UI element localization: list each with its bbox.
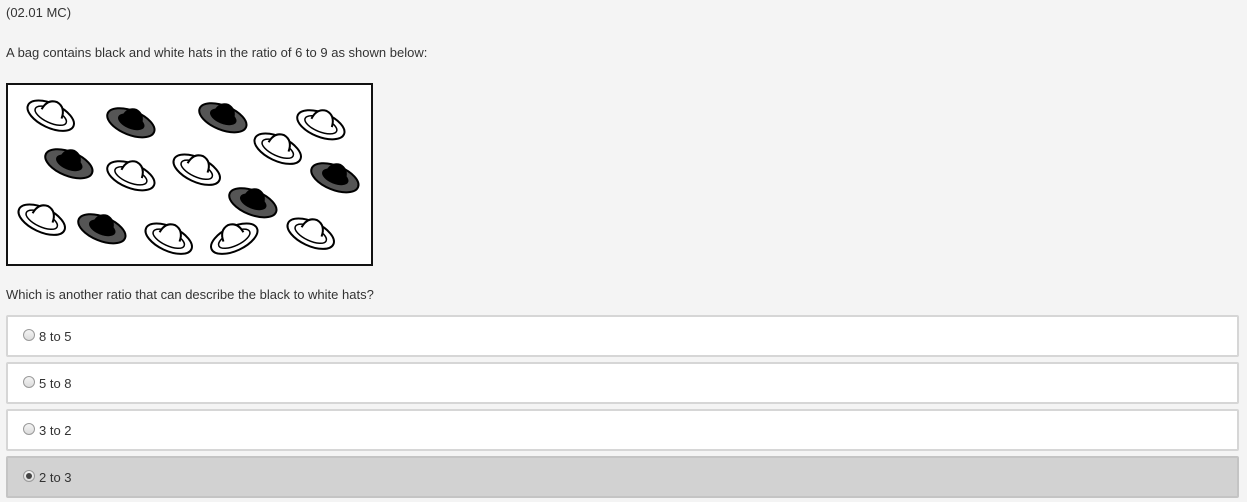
black-hat xyxy=(194,93,253,140)
answer-choice-label: 8 to 5 xyxy=(39,329,72,344)
white-hat xyxy=(249,123,308,172)
white-hat xyxy=(204,213,263,262)
radio-button[interactable] xyxy=(23,329,35,341)
black-hat xyxy=(73,204,132,251)
white-hat xyxy=(22,90,81,139)
black-hat xyxy=(102,98,161,145)
black-hat xyxy=(40,139,99,186)
answer-choice-label: 3 to 2 xyxy=(39,423,72,438)
radio-button[interactable] xyxy=(23,423,35,435)
white-hat xyxy=(102,151,161,198)
hats-illustration xyxy=(13,90,365,262)
question-code: (02.01 MC) xyxy=(6,5,72,20)
black-hat xyxy=(306,153,365,200)
answer-choice[interactable]: 8 to 5 xyxy=(6,315,1239,357)
black-hat xyxy=(224,178,283,225)
radio-button[interactable] xyxy=(23,376,35,388)
answer-choice[interactable]: 3 to 2 xyxy=(6,409,1239,451)
white-hat xyxy=(140,213,199,262)
answer-choice-label: 5 to 8 xyxy=(39,376,72,391)
answer-choice-label: 2 to 3 xyxy=(39,470,72,485)
question-stem: A bag contains black and white hats in t… xyxy=(6,45,428,60)
white-hat xyxy=(282,208,341,257)
white-hat xyxy=(168,144,227,193)
answer-choice[interactable]: 5 to 8 xyxy=(6,362,1239,404)
radio-button-selected[interactable] xyxy=(23,470,35,482)
white-hat xyxy=(13,194,72,243)
answer-choice-selected[interactable]: 2 to 3 xyxy=(6,456,1239,498)
white-hat xyxy=(292,100,351,147)
question-prompt: Which is another ratio that can describe… xyxy=(6,287,374,302)
hats-figure xyxy=(6,83,373,266)
